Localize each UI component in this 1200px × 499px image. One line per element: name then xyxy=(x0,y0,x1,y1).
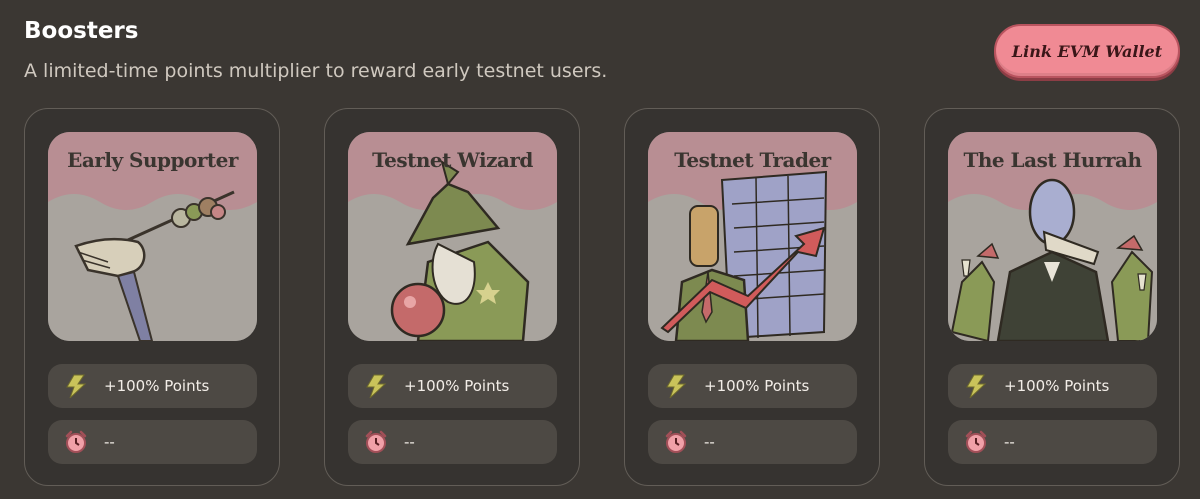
page-subtitle: A limited-time points multiplier to rewa… xyxy=(24,60,608,82)
alarm-clock-icon xyxy=(664,430,688,454)
points-text: +100% Points xyxy=(704,377,810,395)
alarm-clock-icon xyxy=(964,430,988,454)
link-evm-wallet-button[interactable]: Link EVM Wallet xyxy=(994,24,1180,78)
timer-text: -- xyxy=(704,433,715,451)
booster-card-the-last-hurrah: The Last Hurrah +100% Points -- xyxy=(924,108,1180,486)
lightning-bolt-icon xyxy=(64,374,88,398)
timer-row: -- xyxy=(648,420,857,464)
points-multiplier-row: +100% Points xyxy=(948,364,1157,408)
points-text: +100% Points xyxy=(1004,377,1110,395)
booster-card-title: Testnet Trader xyxy=(674,148,831,172)
booster-art: Testnet Wizard xyxy=(348,132,557,341)
booster-art: Early Supporter xyxy=(48,132,257,341)
alarm-clock-icon xyxy=(364,430,388,454)
timer-row: -- xyxy=(948,420,1157,464)
booster-art: The Last Hurrah xyxy=(948,132,1157,341)
booster-card-testnet-wizard: Testnet Wizard +100% Points -- xyxy=(324,108,580,486)
lightning-bolt-icon xyxy=(664,374,688,398)
points-multiplier-row: +100% Points xyxy=(348,364,557,408)
timer-row: -- xyxy=(348,420,557,464)
timer-row: -- xyxy=(48,420,257,464)
booster-card-title: Early Supporter xyxy=(67,148,238,172)
points-multiplier-row: +100% Points xyxy=(48,364,257,408)
lightning-bolt-icon xyxy=(364,374,388,398)
booster-art: Testnet Trader xyxy=(648,132,857,341)
booster-card-title: Testnet Wizard xyxy=(372,148,533,172)
points-text: +100% Points xyxy=(404,377,510,395)
booster-card-title: The Last Hurrah xyxy=(963,148,1142,172)
page-title: Boosters xyxy=(24,18,139,44)
booster-card-testnet-trader: Testnet Trader +100% Points -- xyxy=(624,108,880,486)
timer-text: -- xyxy=(1004,433,1015,451)
points-multiplier-row: +100% Points xyxy=(648,364,857,408)
timer-text: -- xyxy=(104,433,115,451)
points-text: +100% Points xyxy=(104,377,210,395)
alarm-clock-icon xyxy=(64,430,88,454)
booster-card-early-supporter: Early Supporter +100% Points -- xyxy=(24,108,280,486)
timer-text: -- xyxy=(404,433,415,451)
lightning-bolt-icon xyxy=(964,374,988,398)
